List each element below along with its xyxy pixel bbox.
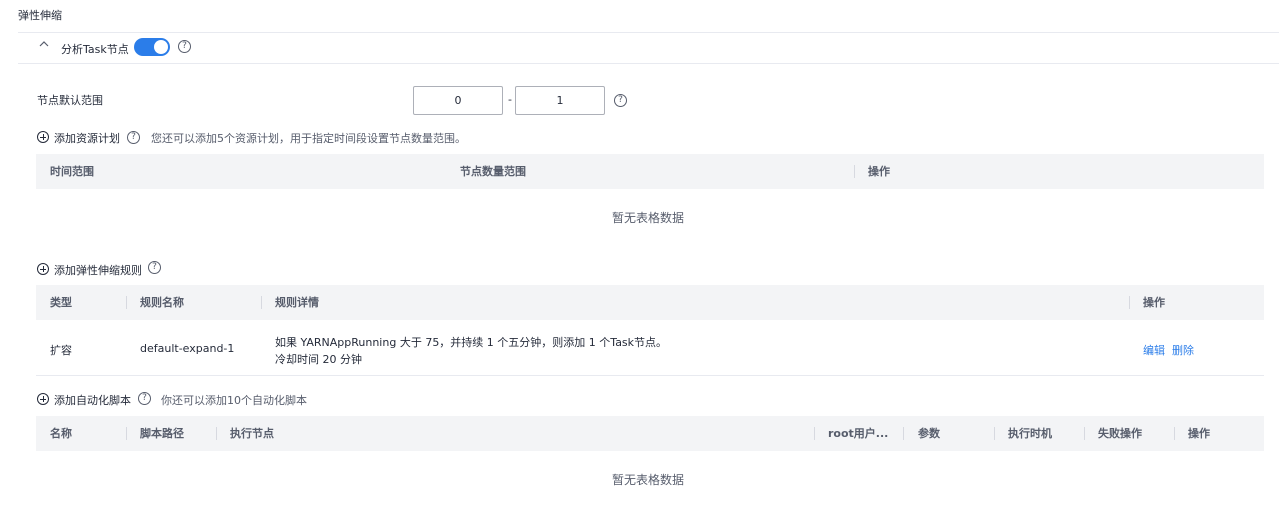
scaling-rules-table-header: 类型 规则名称 规则详情 操作 [36,285,1264,320]
column-separator [216,427,217,440]
column-separator [261,296,262,309]
help-icon[interactable]: ? [614,94,627,107]
col-script-path: 脚本路径 [140,427,184,440]
col-params: 参数 [918,427,940,440]
divider [18,63,1279,64]
col-actions: 操作 [1143,296,1165,309]
divider [18,32,1279,33]
help-icon[interactable]: ? [138,392,151,405]
toggle-knob [154,40,168,54]
col-node-count-range: 节点数量范围 [460,165,526,178]
rule-name: default-expand-1 [140,342,235,355]
column-separator [854,165,855,178]
column-separator [126,296,127,309]
column-separator [1084,427,1085,440]
edit-rule-link[interactable]: 编辑 [1143,342,1165,358]
column-separator [994,427,995,440]
col-rule-detail: 规则详情 [275,296,319,309]
rule-detail-line1: 如果 YARNAppRunning 大于 75，并持续 1 个五分钟，则添加 1… [275,336,668,349]
col-type: 类型 [50,296,72,309]
delete-rule-link[interactable]: 删除 [1172,342,1194,358]
node-range-min-input[interactable]: 0 [413,86,503,115]
row-divider [36,375,1264,376]
add-resource-plan-link[interactable]: 添加资源计划 [54,130,120,146]
col-time-range: 时间范围 [50,165,94,178]
col-name: 名称 [50,427,72,440]
chevron-up-icon[interactable] [38,38,50,50]
task-node-toggle[interactable] [134,38,170,56]
col-actions: 操作 [868,165,890,178]
col-actions: 操作 [1188,427,1210,440]
column-separator [126,427,127,440]
rule-detail-line2: 冷却时间 20 分钟 [275,353,362,366]
col-exec-nodes: 执行节点 [230,427,274,440]
scripts-table-header: 名称 脚本路径 执行节点 root用户... 参数 执行时机 失败操作 操作 [36,416,1264,451]
plus-circle-icon[interactable] [37,131,49,143]
rule-type: 扩容 [50,344,72,357]
scripts-hint: 你还可以添加10个自动化脚本 [161,394,307,407]
col-rule-name: 规则名称 [140,296,184,309]
section-title: 弹性伸缩 [18,9,62,22]
plus-circle-icon[interactable] [37,263,49,275]
range-dash: - [508,93,512,106]
col-root-user: root用户... [828,427,889,440]
resource-plan-hint: 您还可以添加5个资源计划，用于指定时间段设置节点数量范围。 [151,132,466,145]
add-script-link[interactable]: 添加自动化脚本 [54,392,131,408]
column-separator [1129,296,1130,309]
col-failure-action: 失败操作 [1098,427,1142,440]
node-range-label: 节点默认范围 [37,94,103,107]
task-node-label: 分析Task节点 [61,43,129,56]
resource-plan-table-header: 时间范围 节点数量范围 操作 [36,154,1264,189]
node-range-max-input[interactable]: 1 [515,86,605,115]
resource-plan-empty: 暂无表格数据 [612,211,685,225]
column-separator [903,427,904,440]
add-scaling-rule-link[interactable]: 添加弹性伸缩规则 [54,262,142,278]
column-separator [1174,427,1175,440]
column-separator [814,427,815,440]
help-icon[interactable]: ? [127,131,140,144]
scripts-empty: 暂无表格数据 [612,473,685,487]
help-icon[interactable]: ? [148,261,161,274]
col-exec-timing: 执行时机 [1008,427,1052,440]
plus-circle-icon[interactable] [37,393,49,405]
help-icon[interactable]: ? [178,40,191,53]
